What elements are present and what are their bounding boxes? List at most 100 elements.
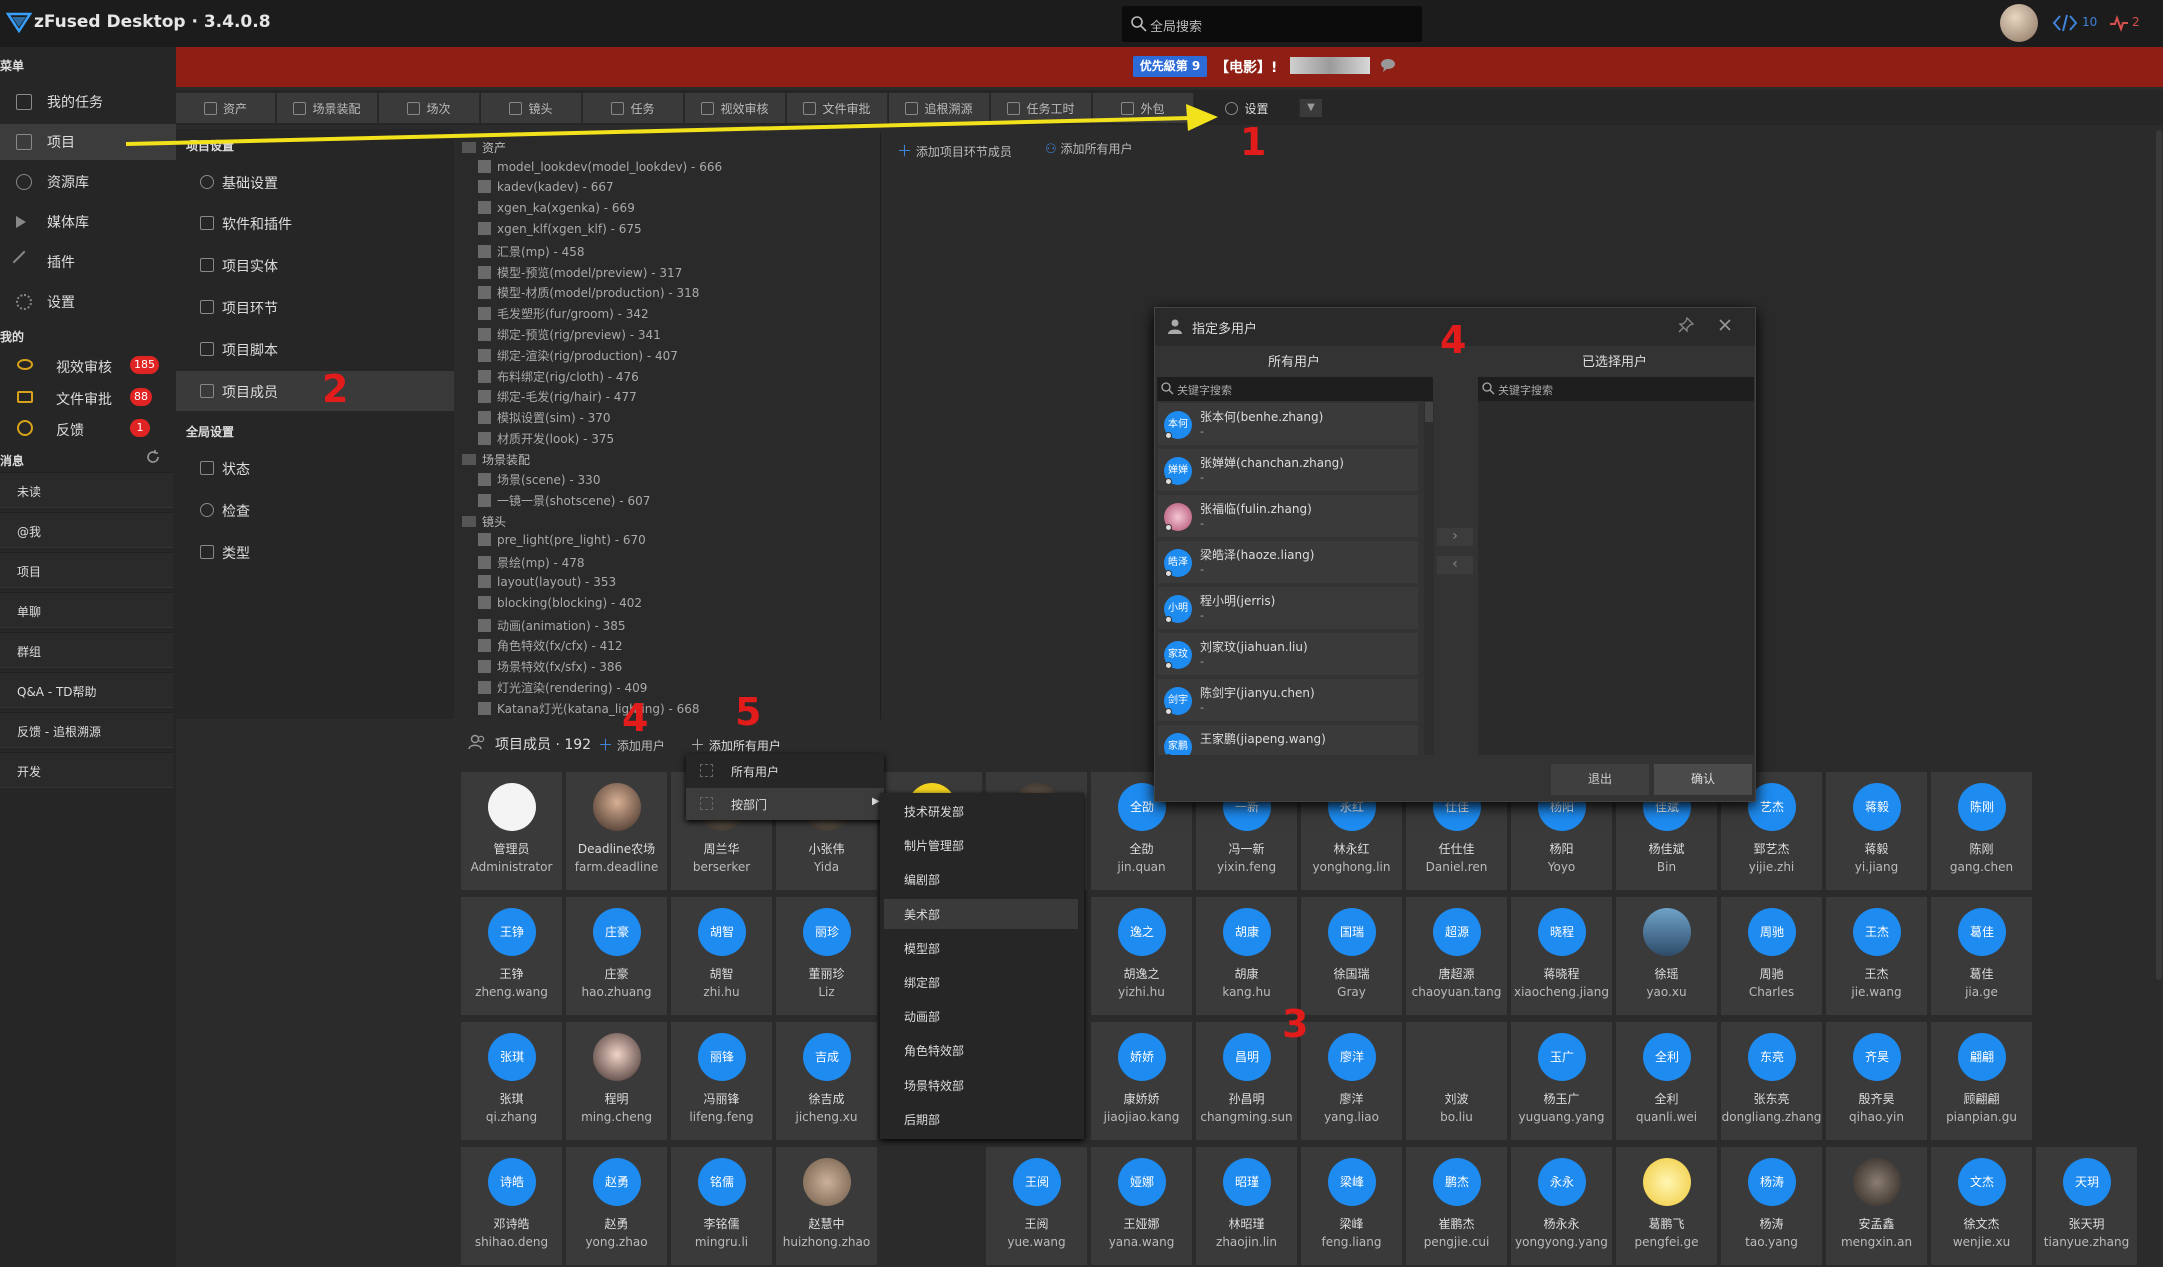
user-row[interactable]: 小明 程小明(jerris) - (1158, 587, 1418, 629)
member-card[interactable]: 晓程 蒋晓程 xiaocheng.jiang (1511, 897, 1612, 1015)
msg-item[interactable]: Q&A - TD帮助 (0, 672, 173, 708)
member-card[interactable]: 程明 ming.cheng (566, 1022, 667, 1140)
member-card[interactable]: 周驰 周驰 Charles (1721, 897, 1822, 1015)
settings-item-status[interactable]: 状态 (176, 448, 454, 488)
member-card[interactable]: 娇娇 康娇娇 jiaojiao.kang (1091, 1022, 1192, 1140)
global-search-input[interactable]: 全局搜索 (1122, 6, 1422, 42)
user-row[interactable]: 婵婵 张婵婵(chanchan.zhang) - (1158, 449, 1418, 491)
member-card[interactable]: 葛鹏飞 pengfei.ge (1616, 1147, 1717, 1265)
member-card[interactable]: Deadline农场 farm.deadline (566, 772, 667, 890)
tree-item[interactable]: layout(layout) - 353 (478, 575, 616, 589)
dept-item[interactable]: 角色特效部 (884, 1035, 1078, 1065)
all-users-search-input[interactable]: 关键字搜索 (1157, 377, 1433, 401)
tab-review[interactable]: 视效审核 (685, 93, 786, 123)
member-card[interactable]: 国瑞 徐国瑞 Gray (1301, 897, 1402, 1015)
mine-item-approval[interactable]: 文件审批 88 (0, 382, 176, 412)
member-card[interactable]: 廖洋 廖洋 yang.liao (1301, 1022, 1402, 1140)
member-card[interactable]: 梁峰 梁峰 feng.liang (1301, 1147, 1402, 1265)
msg-item[interactable]: 反馈 - 追根溯源 (0, 712, 173, 748)
member-card[interactable]: 赵慧中 huizhong.zhao (776, 1147, 877, 1265)
dept-item[interactable]: 模型部 (884, 933, 1078, 963)
dept-item[interactable]: 制片管理部 (884, 830, 1078, 860)
dept-item[interactable]: 动画部 (884, 1001, 1078, 1031)
tree-item[interactable]: xgen_ka(xgenka) - 669 (478, 201, 635, 215)
exit-button[interactable]: 退出 (1551, 764, 1649, 795)
sidebar-item-settings[interactable]: 设置 (0, 284, 176, 320)
member-card[interactable]: 昭瑾 林昭瑾 zhaojin.lin (1196, 1147, 1297, 1265)
dept-item[interactable]: 后期部 (884, 1104, 1078, 1134)
msg-item[interactable]: 开发 (0, 752, 173, 788)
member-card[interactable]: 铭儒 李铭儒 mingru.li (671, 1147, 772, 1265)
code-icon[interactable] (2052, 12, 2078, 34)
member-card[interactable]: 安孟鑫 mengxin.an (1826, 1147, 1927, 1265)
settings-item-gear[interactable]: 基础设置 (176, 162, 454, 202)
list-scrollbar[interactable] (1424, 401, 1434, 755)
close-icon[interactable] (1717, 317, 1733, 333)
member-card[interactable]: 陈刚 陈刚 gang.chen (1931, 772, 2032, 890)
member-card[interactable]: 超源 唐超源 chaoyuan.tang (1406, 897, 1507, 1015)
tab-outsource[interactable]: 外包 (1093, 93, 1194, 123)
tree-item[interactable]: 一镜一景(shotscene) - 607 (478, 492, 650, 509)
chat-icon[interactable] (1380, 58, 1396, 72)
member-card[interactable]: 管理员 Administrator (461, 772, 562, 890)
member-card[interactable]: 徐瑶 yao.xu (1616, 897, 1717, 1015)
tab-clock[interactable]: 任务工时 (991, 93, 1092, 123)
member-card[interactable]: 庄豪 庄豪 hao.zhuang (566, 897, 667, 1015)
member-card[interactable]: 全利 全利 quanli.wei (1616, 1022, 1717, 1140)
tree-group[interactable]: 镜头 (462, 513, 506, 530)
tree-item[interactable]: 动画(animation) - 385 (478, 617, 626, 634)
user-avatar[interactable] (2000, 4, 2038, 42)
add-all-users-button[interactable]: ＋ 添加所有用户 (690, 734, 781, 755)
tree-item[interactable]: 绑定-预览(rig/preview) - 341 (478, 326, 661, 343)
window-scrollbar[interactable] (2156, 130, 2162, 980)
member-card[interactable]: 诗皓 邓诗皓 shihao.deng (461, 1147, 562, 1265)
tab-scene[interactable]: 场景装配 (277, 93, 378, 123)
move-left-button[interactable]: ‹ (1437, 556, 1473, 574)
member-card[interactable]: 刘波 bo.liu (1406, 1022, 1507, 1140)
tree-item[interactable]: 灯光渲染(rendering) - 409 (478, 679, 647, 696)
member-card[interactable]: 王铮 王铮 zheng.wang (461, 897, 562, 1015)
activity-icon[interactable] (2108, 12, 2130, 34)
member-card[interactable]: 蒋毅 蒋毅 yi.jiang (1826, 772, 1927, 890)
member-card[interactable]: 丽锋 冯丽锋 lifeng.feng (671, 1022, 772, 1140)
menu-item-all-users[interactable]: 所有用户 (686, 755, 884, 787)
tree-group[interactable]: 场景装配 (462, 451, 530, 468)
member-card[interactable]: 王阅 王阅 yue.wang (986, 1147, 1087, 1265)
user-row[interactable]: 家鹏 王家鹏(jiapeng.wang) (1158, 725, 1418, 755)
tab-upload[interactable]: 文件审批 (787, 93, 888, 123)
tab-task[interactable]: 任务 (583, 93, 684, 123)
member-card[interactable]: 丽珍 董丽珍 Liz (776, 897, 877, 1015)
tree-item[interactable]: 材质开发(look) - 375 (478, 430, 614, 447)
tree-item[interactable]: 布料绑定(rig/cloth) - 476 (478, 368, 639, 385)
tab-asset[interactable]: 资产 (176, 93, 276, 123)
dept-item[interactable]: 场景特效部 (884, 1070, 1078, 1100)
msg-item[interactable]: 单聊 (0, 592, 173, 628)
dept-item[interactable]: 绑定部 (884, 967, 1078, 997)
tree-item[interactable]: Katana灯光(katana_lighting) - 668 (478, 700, 700, 717)
msg-item[interactable]: 未读 (0, 472, 173, 508)
mine-item-review[interactable]: 视效审核 185 (0, 350, 176, 380)
tree-item[interactable]: 场景(scene) - 330 (478, 471, 600, 488)
msg-item[interactable]: @我 (0, 512, 173, 548)
settings-item-entity[interactable]: 项目实体 (176, 245, 454, 285)
user-row[interactable]: 家玟 刘家玟(jiahuan.liu) - (1158, 633, 1418, 675)
user-row[interactable]: 本何 张本何(benhe.zhang) - (1158, 403, 1418, 445)
member-card[interactable]: 王杰 王杰 jie.wang (1826, 897, 1927, 1015)
member-card[interactable]: 葛佳 葛佳 jia.ge (1931, 897, 2032, 1015)
tree-item[interactable]: 模拟设置(sim) - 370 (478, 409, 611, 426)
settings-item-type[interactable]: 类型 (176, 532, 454, 572)
tab-trace[interactable]: 追根溯源 (889, 93, 990, 123)
dept-item[interactable]: 美术部 (884, 898, 1078, 929)
tab-gear[interactable]: 设置 (1195, 93, 1300, 123)
tree-item[interactable]: 场景特效(fx/sfx) - 386 (478, 658, 622, 675)
settings-item-members[interactable]: 项目成员 (176, 371, 454, 411)
tabs-more-button[interactable]: ▼ (1300, 99, 1322, 117)
member-card[interactable]: 玉广 杨玉广 yuguang.yang (1511, 1022, 1612, 1140)
pin-icon[interactable] (1678, 317, 1694, 333)
member-card[interactable]: 杨涛 杨涛 tao.yang (1721, 1147, 1822, 1265)
tree-item[interactable]: pre_light(pre_light) - 670 (478, 533, 646, 547)
tab-sequence[interactable]: 场次 (379, 93, 480, 123)
settings-item-software[interactable]: 软件和插件 (176, 203, 454, 243)
settings-item-step[interactable]: 项目环节 (176, 287, 454, 327)
menu-item-by-department[interactable]: 按部门 ▶ (686, 788, 884, 820)
